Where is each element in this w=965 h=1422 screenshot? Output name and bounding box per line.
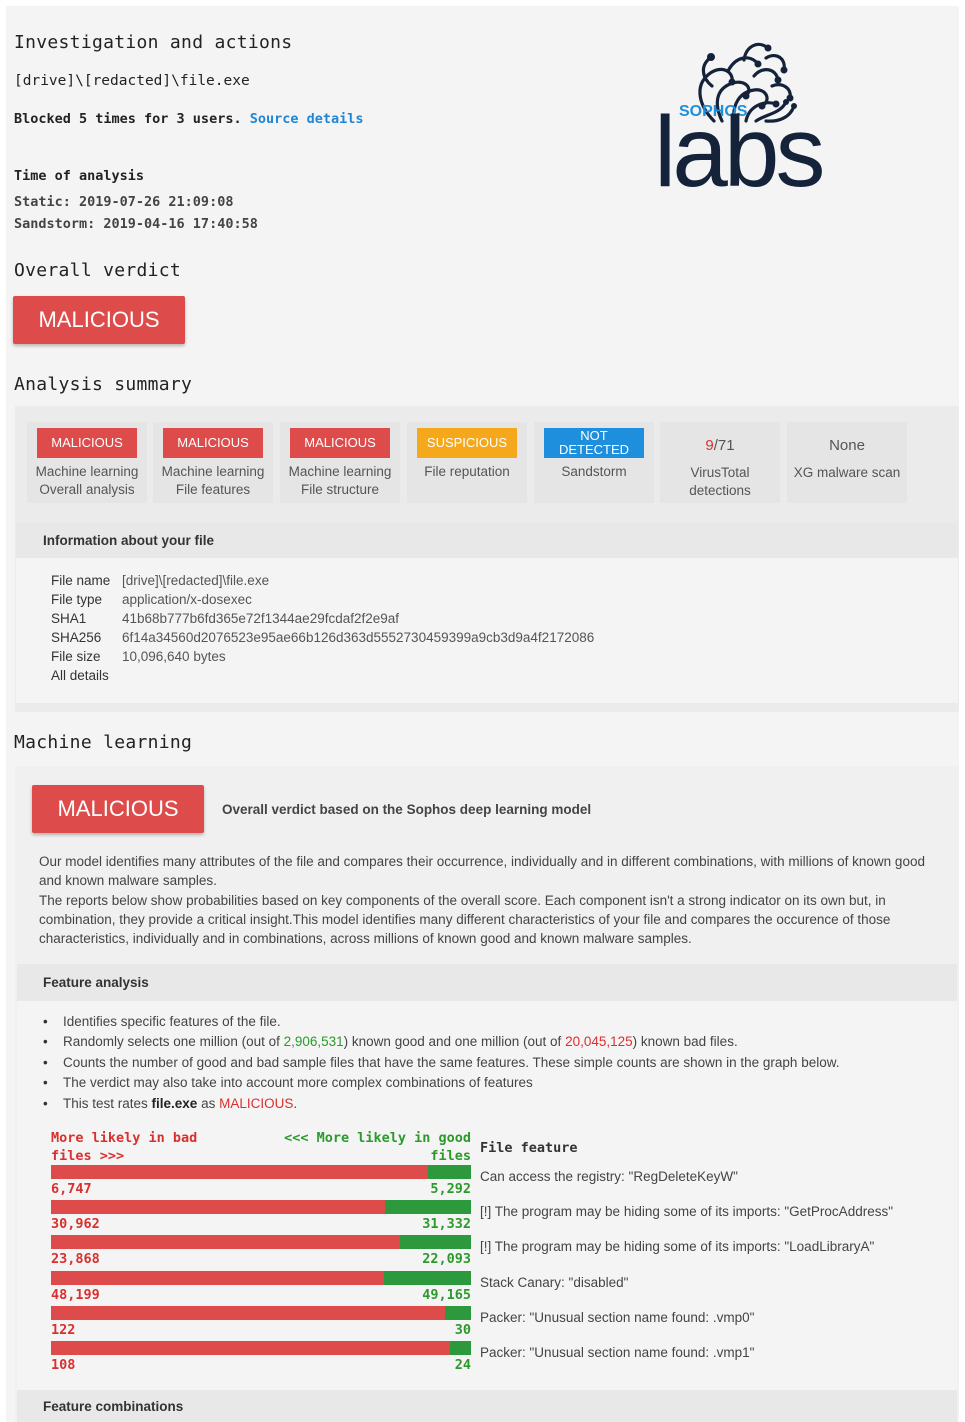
time-of-analysis-label: Time of analysis bbox=[14, 168, 145, 184]
good-count-label: 49,165 bbox=[422, 1286, 471, 1303]
file-info-panel: Information about your file File name [dr… bbox=[16, 523, 958, 703]
file-feature-label: Packer: "Unusual section name found: .vm… bbox=[480, 1309, 755, 1325]
tile-badge: MALICIOUS bbox=[163, 428, 263, 458]
tile-badge: SUSPICIOUS bbox=[417, 428, 517, 458]
tile-badge: MALICIOUS bbox=[37, 428, 137, 458]
list-item: The verdict may also take into account m… bbox=[43, 1075, 943, 1095]
file-path: [drive]\[redacted]\file.exe bbox=[14, 73, 250, 89]
list-item: Counts the number of good and bad sample… bbox=[43, 1055, 943, 1075]
tile-label: VirusTotal detections bbox=[689, 465, 751, 498]
tile-ml-file-structure[interactable]: MALICIOUS Machine learning File structure bbox=[280, 422, 400, 503]
ml-description-1: Our model identifies many attributes of … bbox=[39, 854, 925, 888]
file-info-row: File size 10,096,640 bytes bbox=[51, 649, 226, 664]
tile-badge: NOT DETECTED bbox=[544, 428, 644, 458]
tile-value: None bbox=[829, 437, 865, 454]
all-details-link[interactable]: All details bbox=[51, 668, 109, 687]
overall-verdict-badge: MALICIOUS bbox=[13, 296, 185, 344]
tile-label: XG malware scan bbox=[793, 465, 901, 480]
file-feature-label: Can access the registry: "RegDeleteKeyW" bbox=[480, 1169, 738, 1184]
static-time: Static: 2019-07-26 21:09:08 bbox=[14, 194, 234, 210]
tile-sandstorm[interactable]: NOT DETECTED Sandstorm bbox=[534, 422, 654, 503]
logo-word-text: labs bbox=[654, 96, 822, 196]
tile-badge: MALICIOUS bbox=[290, 428, 390, 458]
good-count-label: 30 bbox=[454, 1321, 471, 1338]
bad-count-bar bbox=[51, 1165, 428, 1179]
bad-files-header: More likely in bad files >>> bbox=[51, 1130, 198, 1164]
tile-xg-malware-scan[interactable]: None XG malware scan bbox=[787, 422, 907, 503]
machine-learning-panel: MALICIOUS Overall verdict based on the S… bbox=[15, 766, 959, 1422]
feature-analysis-heading: Feature analysis bbox=[17, 964, 957, 1001]
bad-count-bar bbox=[51, 1341, 450, 1355]
tile-virustotal[interactable]: 9/71 VirusTotal detections bbox=[660, 422, 780, 503]
list-item: This test rates file.exe as MALICIOUS. bbox=[43, 1096, 943, 1116]
blocked-summary: Blocked 5 times for 3 users. Source deta… bbox=[14, 111, 364, 127]
file-info-row: File name [drive]\[redacted]\file.exe bbox=[51, 573, 270, 588]
bad-count-bar bbox=[51, 1270, 384, 1285]
good-count-bar bbox=[445, 1305, 471, 1320]
file-info-row: File type application/x-dosexec bbox=[51, 592, 252, 607]
overall-verdict-title: Overall verdict bbox=[14, 260, 182, 281]
good-count-bar bbox=[384, 1270, 471, 1285]
tile-label: Machine learning Overall analysis bbox=[35, 464, 139, 497]
ml-verdict-badge: MALICIOUS bbox=[32, 785, 204, 833]
blocked-text: Blocked 5 times for 3 users. bbox=[14, 111, 242, 127]
file-feature-label: [!] The program may be hiding some of it… bbox=[480, 1239, 875, 1255]
good-files-header: <<< More likely in good files bbox=[284, 1130, 471, 1164]
file-feature-label: Packer: "Unusual section name found: .vm… bbox=[480, 1345, 755, 1360]
file-feature-label: Stack Canary: "disabled" bbox=[480, 1274, 629, 1290]
ml-verdict-caption: Overall verdict based on the Sophos deep… bbox=[222, 802, 592, 817]
good-count-bar bbox=[450, 1341, 471, 1355]
good-count-bar bbox=[400, 1235, 471, 1250]
good-count-label: 24 bbox=[454, 1357, 471, 1373]
feature-analysis-bullets: Identifies specific features of the file… bbox=[43, 1014, 943, 1116]
file-feature-header: File feature bbox=[480, 1140, 578, 1156]
bad-count-bar bbox=[51, 1235, 400, 1250]
file-info-row: SHA256 6f14a34560d2076523e95ae66b126d363d… bbox=[51, 630, 595, 645]
file-info-heading: Information about your file bbox=[16, 523, 958, 558]
ml-description-2: The reports below show probabilities bas… bbox=[39, 893, 891, 946]
report-page: Investigation and actions [drive]\[redac… bbox=[6, 6, 959, 1422]
tile-ml-file-features[interactable]: MALICIOUS Machine learning File features bbox=[153, 422, 273, 503]
analysis-summary-title: Analysis summary bbox=[14, 374, 193, 395]
good-count-label: 31,332 bbox=[422, 1216, 471, 1233]
good-count-bar bbox=[385, 1200, 471, 1215]
tile-value: 9/71 bbox=[705, 437, 735, 454]
sophos-labs-logo: SOPHOS labs bbox=[654, 26, 884, 208]
good-count-bar bbox=[428, 1165, 471, 1179]
good-count-label: 5,292 bbox=[430, 1181, 471, 1197]
sandstorm-time: Sandstorm: 2019-04-16 17:40:58 bbox=[14, 216, 258, 232]
tile-file-reputation[interactable]: SUSPICIOUS File reputation bbox=[407, 422, 527, 503]
tile-label: Sandstorm bbox=[561, 464, 627, 479]
bad-count-bar bbox=[51, 1305, 445, 1320]
bad-count-bar bbox=[51, 1200, 385, 1215]
tile-label: Machine learning File structure bbox=[288, 464, 392, 497]
source-details-link[interactable]: Source details bbox=[250, 111, 364, 127]
list-item: Identifies specific features of the file… bbox=[43, 1014, 943, 1034]
feature-analysis-panel: Feature analysis Identifies specific fea… bbox=[17, 964, 957, 1422]
tile-label: Machine learning File features bbox=[161, 464, 265, 497]
analysis-summary-panel: MALICIOUS Machine learning Overall analys… bbox=[15, 406, 959, 712]
machine-learning-title: Machine learning bbox=[14, 732, 193, 753]
good-count-label: 22,093 bbox=[422, 1251, 471, 1268]
file-info-row: SHA1 41b68b777b6fd365e72f1344ae29fcdaf2f2… bbox=[51, 611, 400, 626]
feature-combinations-heading: Feature combinations bbox=[17, 1390, 957, 1422]
tile-label: File reputation bbox=[424, 464, 510, 479]
page-title: Investigation and actions bbox=[14, 32, 293, 53]
file-feature-label: [!] The program may be hiding some of it… bbox=[480, 1204, 894, 1220]
tile-ml-overall[interactable]: MALICIOUS Machine learning Overall analys… bbox=[27, 422, 147, 503]
list-item: Randomly selects one million (out of 2,9… bbox=[43, 1034, 943, 1054]
